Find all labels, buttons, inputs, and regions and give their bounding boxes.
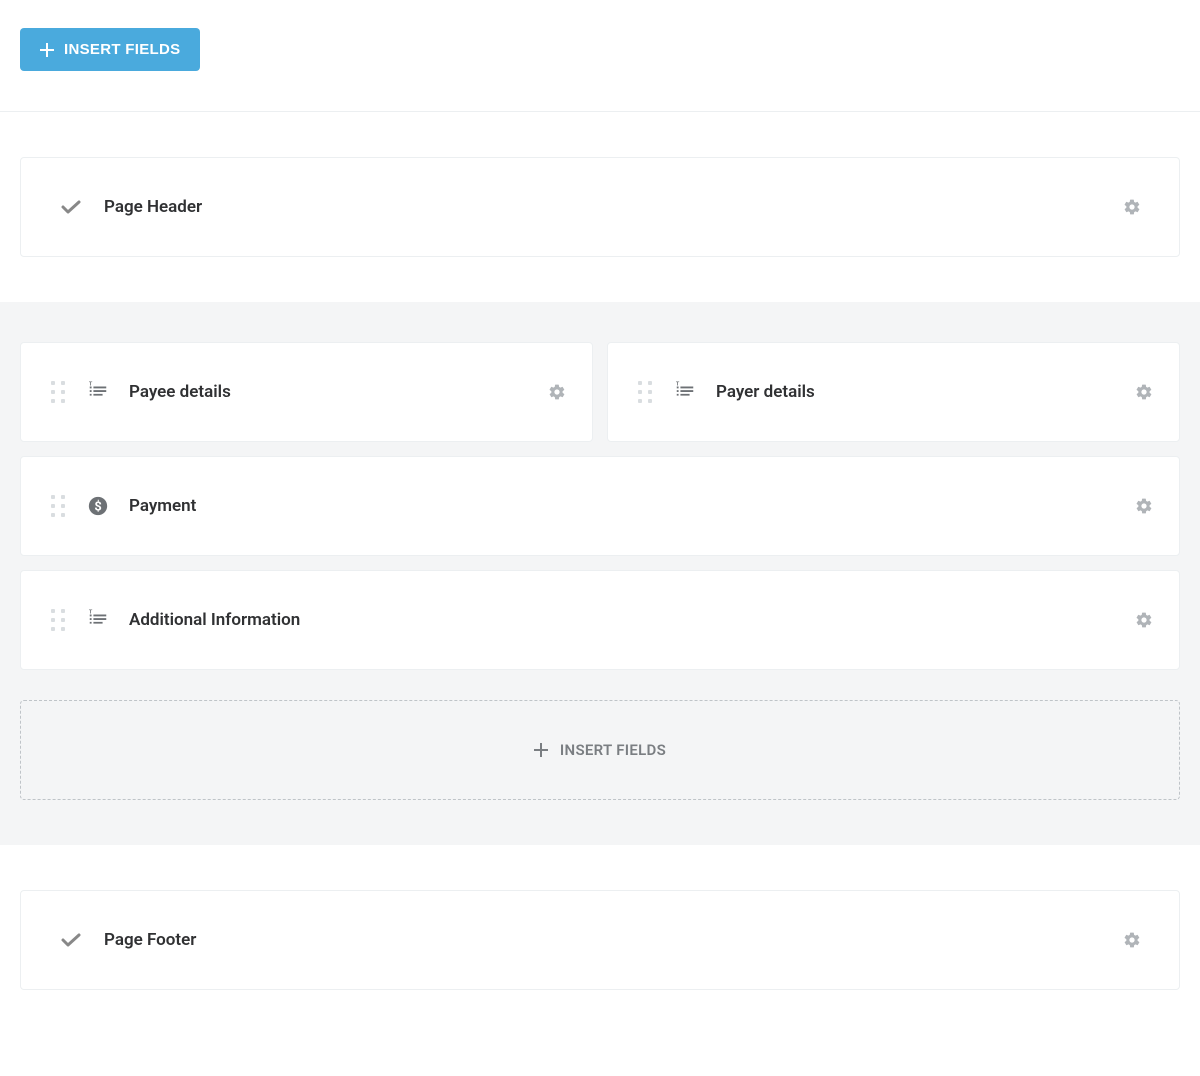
- plus-icon: [40, 43, 54, 57]
- body-section: T Payee details T Payer details $ Paymen…: [0, 302, 1200, 845]
- field-block-payee[interactable]: T Payee details: [20, 342, 593, 442]
- check-icon: [59, 195, 83, 219]
- page-footer-block[interactable]: Page Footer: [20, 890, 1180, 990]
- drag-handle-icon[interactable]: [638, 381, 652, 403]
- field-title: Payer details: [716, 382, 1135, 402]
- gear-icon[interactable]: [548, 383, 566, 401]
- field-block-payment[interactable]: $ Payment: [20, 456, 1180, 556]
- drag-handle-icon[interactable]: [51, 609, 65, 631]
- gear-icon[interactable]: [1123, 931, 1141, 949]
- top-toolbar: INSERT FIELDS: [0, 0, 1200, 112]
- check-icon: [59, 928, 83, 952]
- insert-fields-dropzone[interactable]: INSERT FIELDS: [20, 700, 1180, 800]
- field-block-additional[interactable]: T Additional Information: [20, 570, 1180, 670]
- gear-icon[interactable]: [1135, 611, 1153, 629]
- footer-section: Page Footer: [0, 845, 1200, 1035]
- svg-text:T: T: [89, 610, 93, 616]
- dropzone-label: INSERT FIELDS: [560, 741, 666, 759]
- page-header-title: Page Header: [104, 197, 1102, 217]
- field-title: Payee details: [129, 382, 548, 402]
- insert-fields-button[interactable]: INSERT FIELDS: [20, 28, 200, 71]
- text-block-icon: T: [674, 381, 696, 403]
- field-title: Payment: [129, 496, 1135, 516]
- gear-icon[interactable]: [1135, 497, 1153, 515]
- drag-handle-icon[interactable]: [51, 381, 65, 403]
- header-section: Page Header: [0, 112, 1200, 302]
- field-title: Additional Information: [129, 610, 1135, 630]
- insert-fields-label: INSERT FIELDS: [64, 41, 180, 58]
- text-block-icon: T: [87, 609, 109, 631]
- svg-text:T: T: [89, 382, 93, 388]
- text-block-icon: T: [87, 381, 109, 403]
- field-block-payer[interactable]: T Payer details: [607, 342, 1180, 442]
- svg-text:T: T: [676, 382, 680, 388]
- plus-icon: [534, 743, 548, 757]
- page-header-block[interactable]: Page Header: [20, 157, 1180, 257]
- gear-icon[interactable]: [1135, 383, 1153, 401]
- gear-icon[interactable]: [1123, 198, 1141, 216]
- currency-icon: $: [87, 495, 109, 517]
- svg-text:$: $: [94, 500, 101, 515]
- drag-handle-icon[interactable]: [51, 495, 65, 517]
- page-footer-title: Page Footer: [104, 930, 1102, 950]
